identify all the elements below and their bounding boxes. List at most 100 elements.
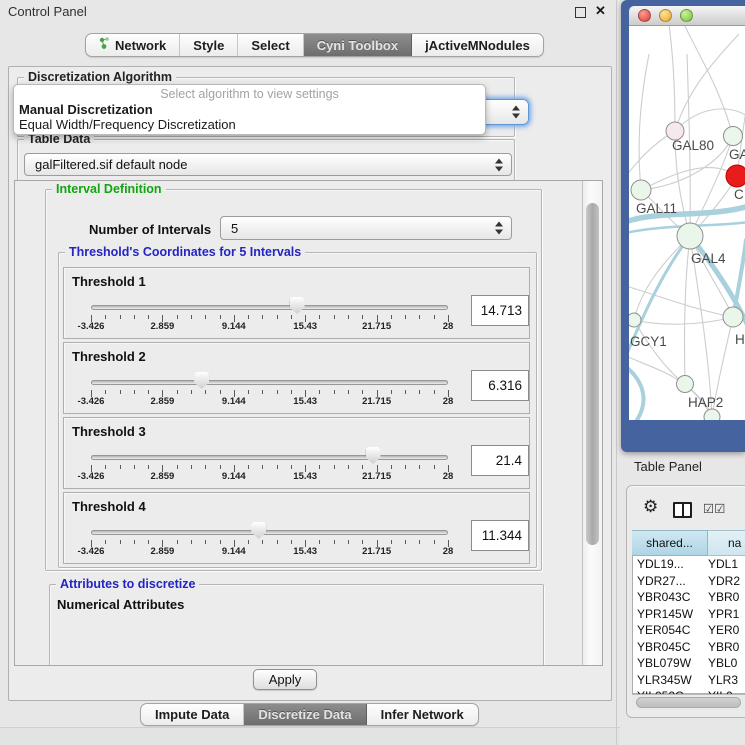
threshold-slider-track[interactable] [91, 455, 448, 460]
control-panel-tabbar: Network Style Select Cyni Toolbox jActiv… [85, 33, 544, 57]
network-node-gal4[interactable] [677, 223, 703, 249]
table-row[interactable]: YLR345WYLR3 [632, 673, 745, 690]
slider-tick [391, 390, 392, 394]
threshold-slider-track[interactable] [91, 305, 448, 310]
slider-tick [419, 465, 420, 469]
network-edge[interactable] [685, 236, 690, 384]
close-traffic-light-icon[interactable] [638, 9, 651, 22]
table-row[interactable]: YBR043CYBR0 [632, 590, 745, 607]
table-row[interactable]: YER054CYER0 [632, 623, 745, 640]
table-data-combobox[interactable]: galFiltered.sif default node [24, 153, 512, 176]
slider-tick [291, 465, 292, 469]
numerical-attributes-label: Numerical Attributes [57, 597, 184, 612]
threshold-slider-thumb[interactable] [194, 372, 209, 389]
slider-tick [277, 465, 278, 469]
tab-jactivemnodules[interactable]: jActiveMNodules [412, 34, 543, 56]
slider-tick [148, 315, 149, 319]
settings-scrollbar-thumb[interactable] [586, 203, 599, 545]
slider-tick [120, 390, 121, 394]
threshold-slider-thumb[interactable] [251, 522, 266, 539]
zoom-traffic-light-icon[interactable] [680, 9, 693, 22]
table-row[interactable]: YBL079WYBL0 [632, 656, 745, 673]
slider-tick [348, 540, 349, 544]
slider-tick [248, 390, 249, 394]
number-of-intervals-label: Number of Intervals [89, 222, 211, 237]
network-edge[interactable] [629, 131, 675, 176]
tab-network[interactable]: Network [86, 34, 180, 56]
network-edge-thick[interactable] [629, 366, 643, 420]
threshold-value-field[interactable]: 11.344 [471, 520, 529, 551]
network-node-hap2[interactable] [677, 376, 694, 393]
tab-style[interactable]: Style [180, 34, 238, 56]
algorithm-placeholder-item[interactable]: Select algorithm to view settings [14, 87, 485, 102]
tab-cyni-toolbox[interactable]: Cyni Toolbox [304, 34, 412, 56]
interval-definition-group: Interval Definition Number of Intervals … [45, 189, 542, 571]
number-of-intervals-combobox[interactable]: 5 [220, 216, 512, 240]
float-window-icon[interactable] [575, 7, 586, 18]
network-edge[interactable] [634, 320, 685, 384]
slider-tick [262, 465, 263, 469]
table-row[interactable]: YDR27...YDR2 [632, 574, 745, 591]
tab-select-label: Select [251, 38, 289, 53]
node-table-body[interactable]: shared... na YDL19...YDL1YDR27...YDR2YBR… [632, 530, 745, 694]
network-node-gcy1[interactable] [629, 313, 641, 327]
slider-tick-label: -3.426 [78, 396, 105, 407]
close-icon[interactable]: ✕ [595, 3, 606, 19]
network-edge[interactable] [684, 26, 733, 136]
interval-definition-group-title: Interval Definition [52, 182, 166, 196]
network-edge[interactable] [634, 317, 733, 324]
threshold-value-field[interactable]: 21.4 [471, 445, 529, 476]
algorithm-item-manual[interactable]: Manual Discretization [14, 102, 485, 117]
settings-scrollbar[interactable] [582, 181, 602, 665]
minimize-traffic-light-icon[interactable] [659, 9, 672, 22]
network-node[interactable] [704, 409, 720, 420]
threshold-value-field[interactable]: 14.713 [471, 295, 529, 326]
tab-network-label: Network [115, 38, 166, 53]
apply-button[interactable]: Apply [253, 669, 317, 690]
network-node-ga[interactable] [724, 127, 743, 146]
tab-select[interactable]: Select [238, 34, 303, 56]
table-horizontal-scrollbar-thumb[interactable] [636, 697, 741, 708]
slider-tick [262, 315, 263, 319]
slider-tick [177, 390, 178, 394]
cell-name: YDR2 [703, 574, 745, 591]
network-node-h[interactable] [723, 307, 743, 327]
network-edge[interactable] [641, 168, 737, 190]
network-edge[interactable] [639, 54, 649, 190]
cell-name: YDL1 [703, 557, 745, 574]
gear-icon[interactable]: ⚙ [643, 497, 658, 517]
discretization-algorithm-group-title: Discretization Algorithm [24, 70, 176, 84]
threshold-slider-track[interactable] [91, 380, 448, 385]
threshold-slider-thumb[interactable] [366, 447, 381, 464]
tab-discretize-data[interactable]: Discretize Data [244, 704, 366, 725]
control-panel-title: Control Panel [8, 4, 87, 19]
network-canvas[interactable]: GAL80GACGAL11GAL4GCY1HHAP2 [629, 26, 745, 420]
tab-impute-data[interactable]: Impute Data [141, 704, 244, 725]
table-horizontal-scrollbar[interactable] [632, 694, 745, 710]
algorithm-item-equal-width[interactable]: Equal Width/Frequency Discretization [14, 117, 485, 132]
slider-tick [348, 465, 349, 469]
slider-tick [191, 390, 192, 394]
table-row[interactable]: YDL19...YDL1 [632, 557, 745, 574]
threshold-slider-track[interactable] [91, 530, 448, 535]
threshold-slider-thumb[interactable] [290, 297, 305, 314]
threshold-row-1: Threshold 1-3.4262.8599.14415.4321.71528… [63, 267, 530, 339]
network-node-label: GAL80 [672, 138, 714, 153]
table-row[interactable]: YBR045CYBR0 [632, 640, 745, 657]
network-node-c[interactable] [726, 165, 745, 187]
split-columns-icon[interactable] [673, 502, 692, 518]
column-header-name[interactable]: na [708, 530, 745, 556]
network-edge[interactable] [675, 34, 739, 131]
column-header-shared-name[interactable]: shared... [632, 530, 708, 556]
slider-tick [120, 540, 121, 544]
table-row[interactable]: YPR145WYPR1 [632, 607, 745, 624]
network-node-gal11[interactable] [631, 180, 651, 200]
checkbox-icons[interactable]: ☑☑ [703, 501, 725, 516]
slider-tick-label: 28 [443, 396, 454, 407]
network-edge[interactable] [669, 26, 675, 131]
attributes-group-title: Attributes to discretize [56, 577, 199, 591]
network-view-window[interactable]: GAL80GACGAL11GAL4GCY1HHAP2 [621, 0, 745, 452]
tab-infer-network[interactable]: Infer Network [367, 704, 478, 725]
threshold-label: Threshold 1 [72, 274, 146, 289]
threshold-value-field[interactable]: 6.316 [471, 370, 529, 401]
